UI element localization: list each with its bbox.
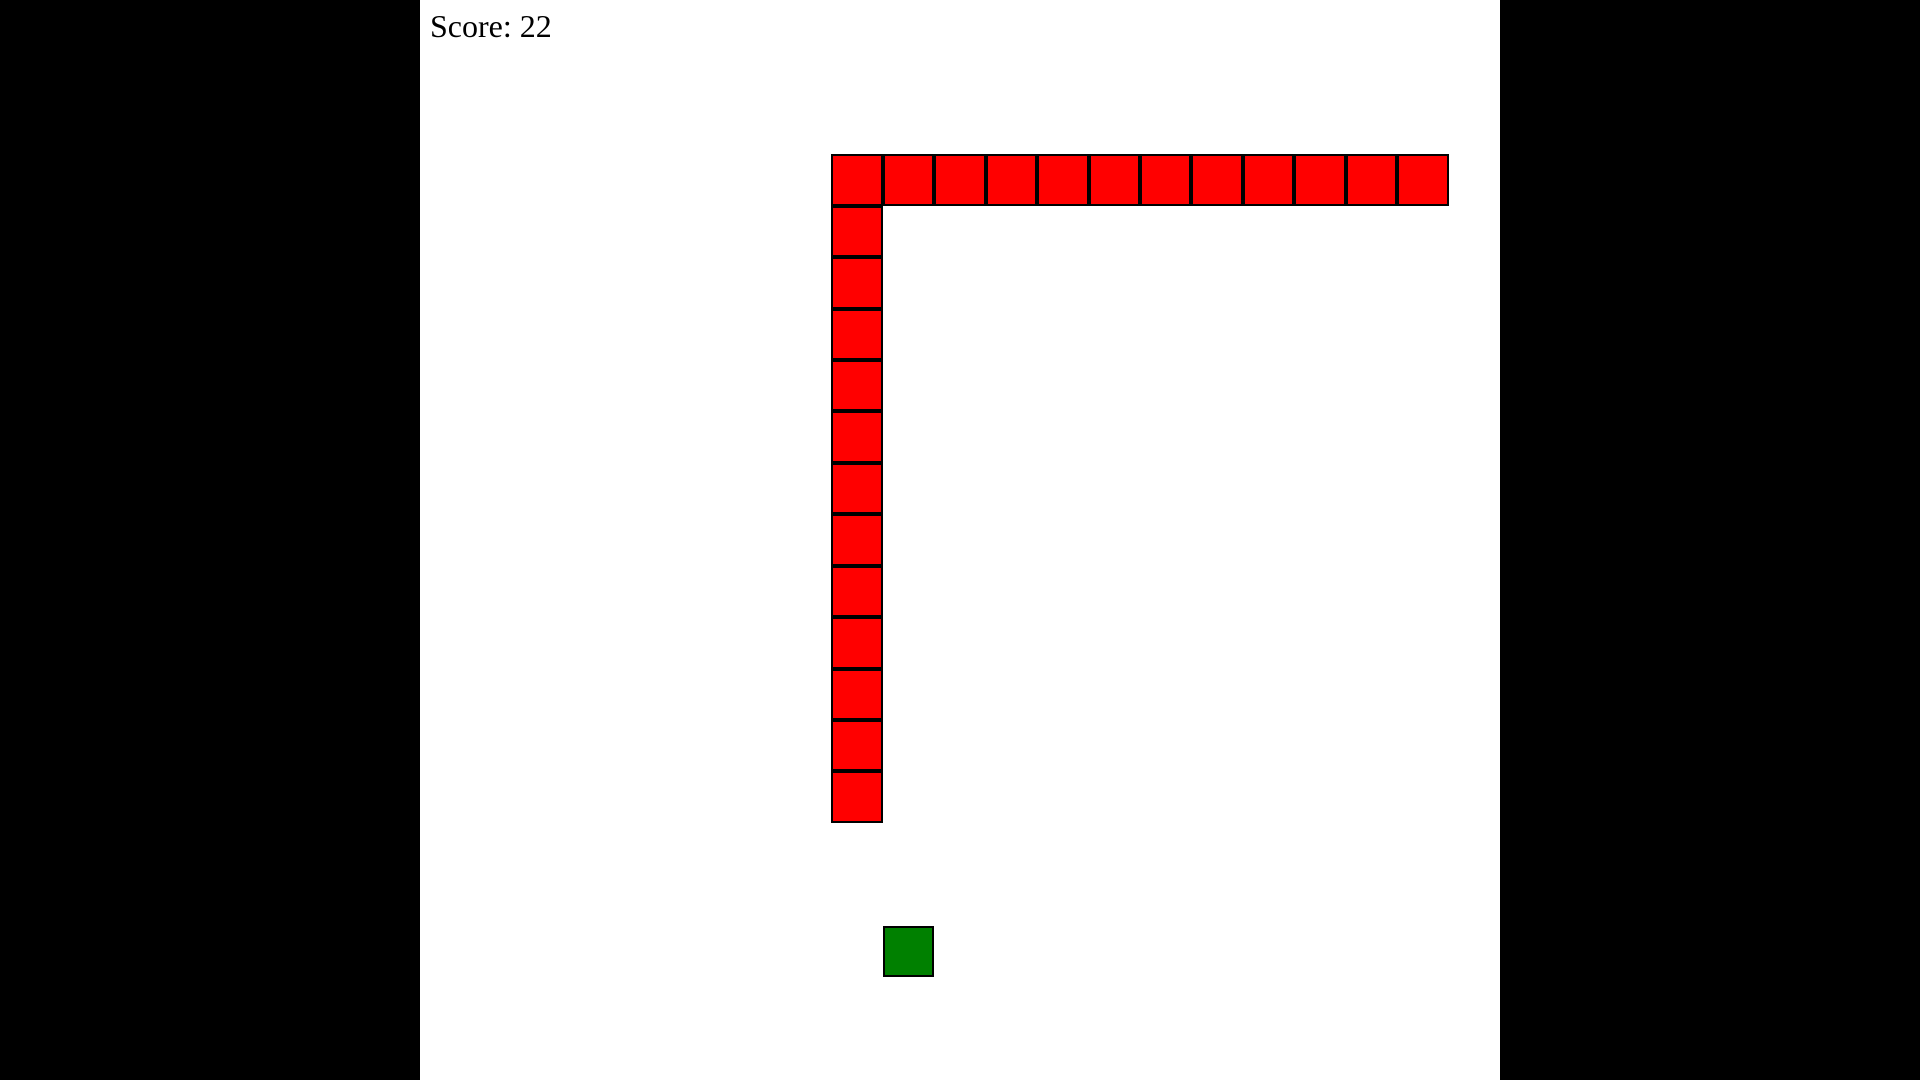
- snake-segment: [831, 462, 883, 515]
- snake-segment: [1242, 154, 1295, 206]
- food: [882, 925, 935, 978]
- snake-segment: [1037, 154, 1089, 206]
- snake-segment: [831, 308, 883, 360]
- snake-head: [1397, 154, 1449, 206]
- snake-segment: [831, 360, 883, 412]
- snake-segment: [1191, 154, 1243, 206]
- snake-segment: [831, 565, 883, 618]
- snake-segment: [831, 720, 883, 772]
- snake-segment: [831, 411, 883, 463]
- snake-segment: [831, 154, 883, 206]
- game-board[interactable]: Score: 22: [420, 0, 1500, 1080]
- snake-segment: [831, 771, 883, 823]
- snake-segment: [1088, 154, 1140, 206]
- snake-segment: [934, 154, 986, 206]
- snake-segment: [1345, 154, 1398, 206]
- snake-segment: [1140, 154, 1192, 206]
- snake-segment: [831, 205, 883, 258]
- score-display: Score: 22: [430, 8, 552, 44]
- snake-segment: [882, 154, 935, 206]
- snake-segment: [831, 514, 883, 566]
- snake-segment: [831, 617, 883, 669]
- snake-segment: [831, 668, 883, 720]
- snake-segment: [985, 154, 1038, 206]
- snake-segment: [831, 257, 883, 309]
- snake-segment: [1294, 154, 1346, 206]
